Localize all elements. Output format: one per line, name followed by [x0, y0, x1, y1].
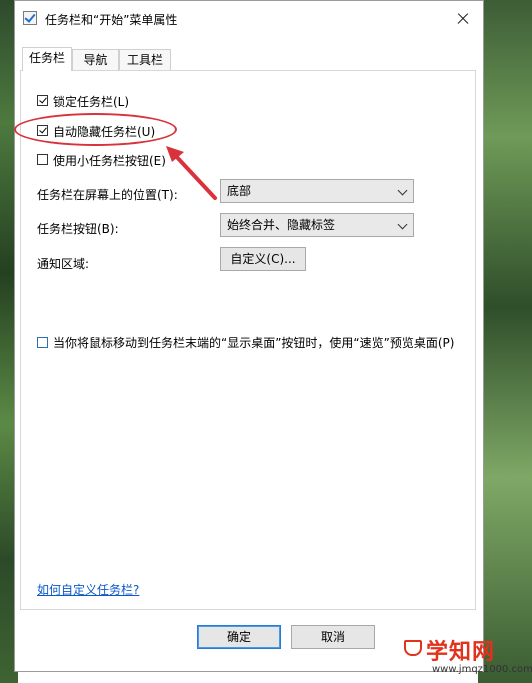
peek-desktop-label: 当你将鼠标移动到任务栏末端的“显示桌面”按钮时，使用“速览”预览桌面(P): [53, 336, 455, 350]
small-buttons-checkbox[interactable]: [37, 154, 48, 165]
title-bar: 任务栏和“开始”菜单属性: [15, 1, 483, 37]
position-select-value: 底部: [227, 184, 252, 198]
watermark-url: www.jmqz1000.com: [432, 664, 532, 675]
small-buttons-label: 使用小任务栏按钮(E): [53, 154, 166, 168]
chevron-down-icon: [397, 219, 408, 230]
annotation-ellipse: [14, 113, 177, 146]
cancel-button[interactable]: 取消: [291, 625, 375, 649]
taskbar-properties-dialog: 任务栏和“开始”菜单属性 任务栏 导航 工具栏 锁定任务栏(L) 自动隐藏任务栏…: [14, 0, 484, 672]
tab-toolbars[interactable]: 工具栏: [119, 49, 171, 71]
position-select[interactable]: 底部: [220, 179, 414, 203]
customize-notification-button[interactable]: 自定义(C)...: [220, 247, 306, 271]
chevron-down-icon: [397, 185, 408, 196]
taskbar-buttons-select-value: 始终合并、隐藏标签: [227, 218, 336, 232]
lock-taskbar-label: 锁定任务栏(L): [53, 95, 130, 109]
peek-desktop-checkbox[interactable]: [37, 337, 48, 348]
ok-button[interactable]: 确定: [197, 625, 281, 649]
tab-panel-taskbar: 锁定任务栏(L) 自动隐藏任务栏(U) 使用小任务栏按钮(E) 任务栏在屏幕上的…: [20, 70, 476, 610]
close-icon[interactable]: [451, 7, 475, 31]
annotation-arrow-icon: [166, 146, 217, 200]
help-link[interactable]: 如何自定义任务栏?: [37, 581, 139, 598]
watermark-title: 学知网: [426, 640, 496, 665]
book-icon: [404, 640, 422, 656]
tab-navigation[interactable]: 导航: [72, 49, 119, 71]
taskbar-buttons-label: 任务栏按钮(B):: [37, 222, 119, 236]
position-label: 任务栏在屏幕上的位置(T):: [37, 188, 178, 202]
taskbar-properties-icon: [23, 11, 37, 25]
site-watermark: 学知网 www.jmqz1000.com: [404, 634, 532, 680]
tab-taskbar[interactable]: 任务栏: [22, 47, 72, 71]
desktop-background-right: [478, 0, 532, 683]
lock-taskbar-checkbox[interactable]: [37, 95, 48, 106]
window-title: 任务栏和“开始”菜单属性: [45, 13, 178, 27]
taskbar-buttons-select[interactable]: 始终合并、隐藏标签: [220, 213, 414, 237]
notification-area-label: 通知区域:: [37, 257, 90, 271]
